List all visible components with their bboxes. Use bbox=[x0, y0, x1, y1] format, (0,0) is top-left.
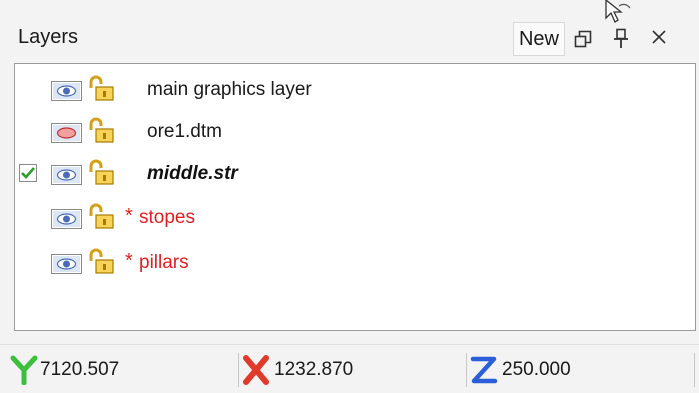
checkmark-icon[interactable] bbox=[19, 164, 37, 182]
layer-row[interactable]: * stopes bbox=[15, 199, 695, 235]
x-coordinate: 1232.870 bbox=[242, 345, 464, 393]
layer-row[interactable]: main graphics layer bbox=[15, 71, 695, 107]
visibility-eye-icon[interactable] bbox=[51, 209, 82, 229]
divider bbox=[694, 353, 695, 387]
x-axis-icon bbox=[243, 355, 269, 385]
layer-row[interactable]: * pillars bbox=[15, 244, 695, 280]
layer-list: main graphics layer ore1.dtm middle.str … bbox=[14, 63, 696, 331]
divider bbox=[238, 353, 239, 387]
panel-header: Layers New bbox=[0, 0, 699, 62]
lock-icon[interactable] bbox=[87, 247, 115, 275]
close-icon[interactable] bbox=[651, 29, 667, 45]
z-axis-icon bbox=[470, 356, 498, 384]
y-coordinate-value: 7120.507 bbox=[40, 359, 120, 380]
visibility-eye-icon[interactable] bbox=[51, 123, 82, 143]
layer-name: ore1.dtm bbox=[147, 121, 222, 142]
layer-name: middle.str bbox=[147, 163, 238, 184]
lock-icon[interactable] bbox=[87, 158, 115, 186]
pin-icon[interactable] bbox=[612, 28, 630, 50]
lock-icon[interactable] bbox=[87, 74, 115, 102]
visibility-eye-icon[interactable] bbox=[51, 165, 82, 185]
layer-row[interactable]: ore1.dtm bbox=[15, 113, 695, 149]
divider bbox=[466, 353, 467, 387]
layer-row[interactable]: middle.str bbox=[15, 155, 695, 191]
lock-icon[interactable] bbox=[87, 202, 115, 230]
modified-marker: * bbox=[125, 205, 133, 227]
z-coordinate-value: 250.000 bbox=[502, 359, 571, 380]
mouse-cursor-icon bbox=[605, 0, 631, 23]
float-window-icon[interactable] bbox=[574, 30, 592, 48]
layer-name: stopes bbox=[139, 207, 195, 228]
visibility-eye-icon[interactable] bbox=[51, 81, 82, 101]
y-coordinate: 7120.507 bbox=[8, 345, 238, 393]
modified-marker: * bbox=[125, 250, 133, 272]
layer-name: main graphics layer bbox=[147, 79, 312, 100]
new-layer-button[interactable]: New bbox=[513, 22, 565, 56]
layer-name: pillars bbox=[139, 252, 189, 273]
lock-icon[interactable] bbox=[87, 116, 115, 144]
x-coordinate-value: 1232.870 bbox=[274, 359, 354, 380]
coordinate-status-bar: 7120.507 1232.870 250.000 bbox=[0, 344, 699, 393]
z-coordinate: 250.000 bbox=[470, 345, 692, 393]
panel-title: Layers bbox=[18, 26, 79, 48]
layers-panel: Layers New main graphics layer ore1.dtm … bbox=[0, 0, 699, 393]
visibility-eye-icon[interactable] bbox=[51, 254, 82, 274]
y-axis-icon bbox=[10, 355, 38, 385]
